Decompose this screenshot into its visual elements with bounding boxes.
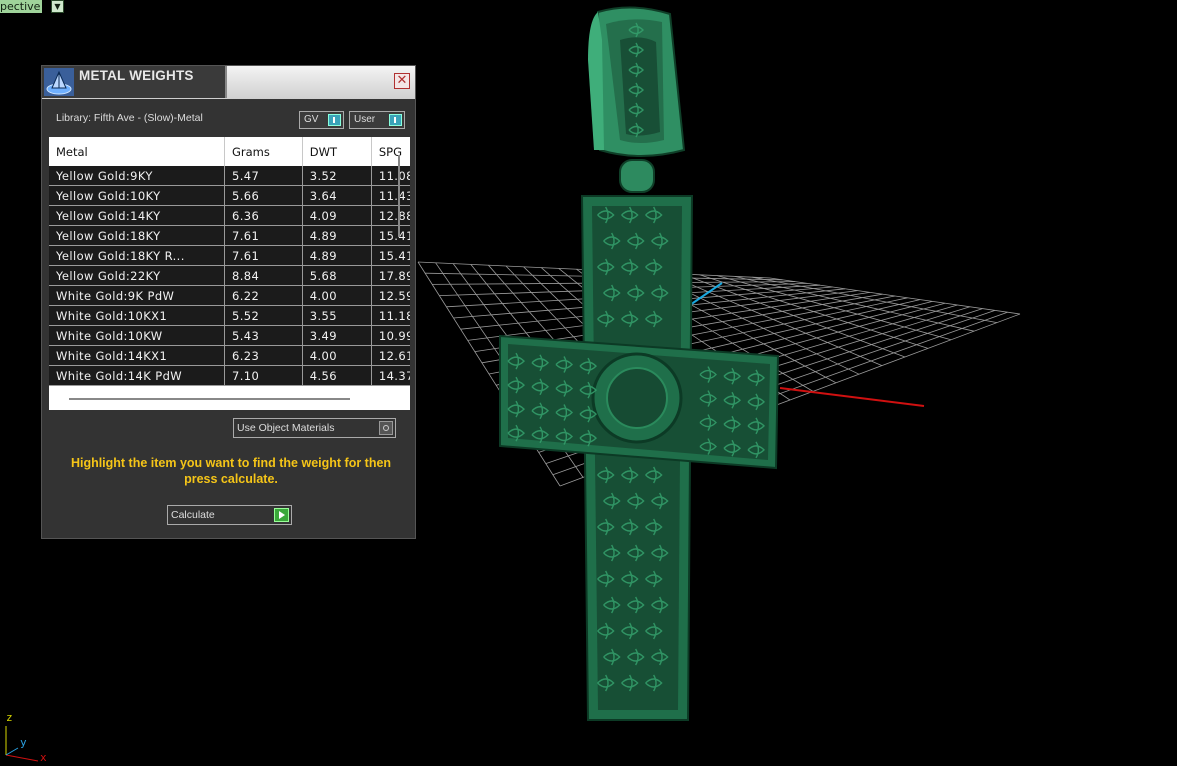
cell-dwt[interactable]: 4.00: [302, 285, 372, 306]
radio-icon: [379, 421, 393, 435]
cell-metal[interactable]: Yellow Gold:14KY: [49, 205, 225, 226]
cell-dwt[interactable]: 5.68: [302, 265, 372, 286]
cell-grams[interactable]: 5.47: [224, 166, 303, 186]
vertical-scrollbar[interactable]: [398, 155, 400, 237]
cell-spg[interactable]: 11.18: [371, 305, 410, 326]
cell-grams[interactable]: 5.52: [224, 305, 303, 326]
column-header-metal[interactable]: Metal: [49, 137, 225, 166]
column-header-dwt[interactable]: DWT: [302, 137, 372, 166]
axis-x-label: x: [40, 751, 47, 764]
cell-grams[interactable]: 7.61: [224, 225, 303, 246]
viewport-view-label[interactable]: pective: [0, 0, 43, 13]
table-row[interactable]: Yellow Gold:10KY5.663.6411.43: [49, 185, 410, 206]
table-row[interactable]: White Gold:14K PdW7.104.5614.37: [49, 365, 410, 386]
play-arrow-icon: [274, 508, 289, 522]
cell-spg[interactable]: 14.37: [371, 365, 410, 386]
horizontal-scroll-track: [49, 388, 410, 410]
cell-spg[interactable]: 12.88: [371, 205, 410, 226]
cell-dwt[interactable]: 4.89: [302, 245, 372, 266]
cell-metal[interactable]: Yellow Gold:22KY: [49, 265, 225, 286]
panel-title: METAL WEIGHTS: [79, 68, 194, 83]
calculate-button[interactable]: Calculate: [167, 505, 292, 525]
metal-weights-icon: [44, 68, 74, 96]
horizontal-scrollbar[interactable]: [69, 398, 350, 400]
cell-grams[interactable]: 6.23: [224, 345, 303, 366]
calculate-label: Calculate: [171, 509, 215, 521]
toggle-switch-icon: [328, 114, 341, 126]
use-object-materials-label: Use Object Materials: [237, 422, 335, 434]
gizmo-x-line: [5, 754, 39, 762]
column-header-spg[interactable]: SPG: [371, 137, 410, 166]
cell-metal[interactable]: White Gold:9K PdW: [49, 285, 225, 306]
cell-metal[interactable]: Yellow Gold:18KY: [49, 225, 225, 246]
cell-metal[interactable]: White Gold:10KX1: [49, 305, 225, 326]
table-row[interactable]: Yellow Gold:18KY R...7.614.8915.41: [49, 245, 410, 266]
cell-spg[interactable]: 11.43: [371, 185, 410, 206]
table-row[interactable]: Yellow Gold:9KY5.473.5211.08: [49, 166, 410, 186]
close-icon[interactable]: ✕: [394, 73, 410, 89]
cell-dwt[interactable]: 3.64: [302, 185, 372, 206]
cell-spg[interactable]: 15.41: [371, 225, 410, 246]
cell-metal[interactable]: Yellow Gold:10KY: [49, 185, 225, 206]
cross-pendant-model[interactable]: [499, 6, 780, 721]
cell-dwt[interactable]: 3.55: [302, 305, 372, 326]
column-header-grams[interactable]: Grams: [224, 137, 303, 166]
table-row[interactable]: White Gold:9K PdW6.224.0012.59: [49, 285, 410, 306]
view-dropdown-icon[interactable]: ▼: [51, 0, 64, 13]
table-row[interactable]: White Gold:10KX15.523.5511.18: [49, 305, 410, 326]
cell-spg[interactable]: 12.59: [371, 285, 410, 306]
cell-grams[interactable]: 5.66: [224, 185, 303, 206]
cell-metal[interactable]: White Gold:10KW: [49, 325, 225, 346]
cell-dwt[interactable]: 3.52: [302, 166, 372, 186]
table-row[interactable]: White Gold:14KX16.234.0012.61: [49, 345, 410, 366]
cell-metal[interactable]: White Gold:14K PdW: [49, 365, 225, 386]
use-object-materials-toggle[interactable]: Use Object Materials: [233, 418, 396, 438]
cell-spg[interactable]: 17.89: [371, 265, 410, 286]
cell-spg[interactable]: 11.08: [371, 166, 410, 186]
gizmo-y-line: [5, 747, 19, 756]
metal-table[interactable]: Metal Grams DWT SPG Yellow Gold:9KY 5.47 3…: [49, 137, 410, 410]
table-header-row: Metal Grams DWT SPG: [49, 137, 410, 166]
cell-grams[interactable]: 7.61: [224, 245, 303, 266]
cell-grams[interactable]: 5.43: [224, 325, 303, 346]
instruction-text: Highlight the item you want to find the …: [70, 456, 392, 486]
table-row[interactable]: Yellow Gold:14KY6.364.0912.88: [49, 205, 410, 226]
cell-spg[interactable]: 12.61: [371, 345, 410, 366]
gv-toggle-label: GV: [304, 114, 319, 125]
cell-spg[interactable]: 15.41: [371, 245, 410, 266]
axis-y-label: y: [20, 736, 27, 749]
cell-spg[interactable]: 10.99: [371, 325, 410, 346]
user-toggle[interactable]: User: [349, 111, 405, 129]
cell-grams[interactable]: 6.36: [224, 205, 303, 226]
cell-grams[interactable]: 6.22: [224, 285, 303, 306]
library-label: Library: Fifth Ave - (Slow)-Metal: [56, 112, 203, 124]
table-row[interactable]: White Gold:10KW5.433.4910.99: [49, 325, 410, 346]
gv-toggle[interactable]: GV: [299, 111, 344, 129]
cell-dwt[interactable]: 4.56: [302, 365, 372, 386]
x-axis-line: [779, 387, 925, 407]
user-toggle-label: User: [354, 114, 376, 125]
cell-grams[interactable]: 8.84: [224, 265, 303, 286]
cell-metal[interactable]: Yellow Gold:18KY R...: [49, 245, 225, 266]
cell-metal[interactable]: White Gold:14KX1: [49, 345, 225, 366]
cell-metal[interactable]: Yellow Gold:9KY: [49, 166, 225, 186]
cell-dwt[interactable]: 4.00: [302, 345, 372, 366]
table-row[interactable]: Yellow Gold:22KY8.845.6817.89: [49, 265, 410, 286]
axis-z-label: z: [6, 711, 13, 724]
toggle-switch-icon: [389, 114, 402, 126]
cell-dwt[interactable]: 4.09: [302, 205, 372, 226]
cell-dwt[interactable]: 4.89: [302, 225, 372, 246]
table-row[interactable]: Yellow Gold:18KY7.614.8915.41: [49, 225, 410, 246]
panel-title-tab: METAL WEIGHTS: [42, 66, 227, 98]
cell-dwt[interactable]: 3.49: [302, 325, 372, 346]
metal-weights-panel: METAL WEIGHTS ✕ Library: Fifth Ave - (Sl…: [41, 65, 416, 539]
cell-grams[interactable]: 7.10: [224, 365, 303, 386]
panel-titlebar[interactable]: METAL WEIGHTS ✕: [42, 66, 415, 99]
